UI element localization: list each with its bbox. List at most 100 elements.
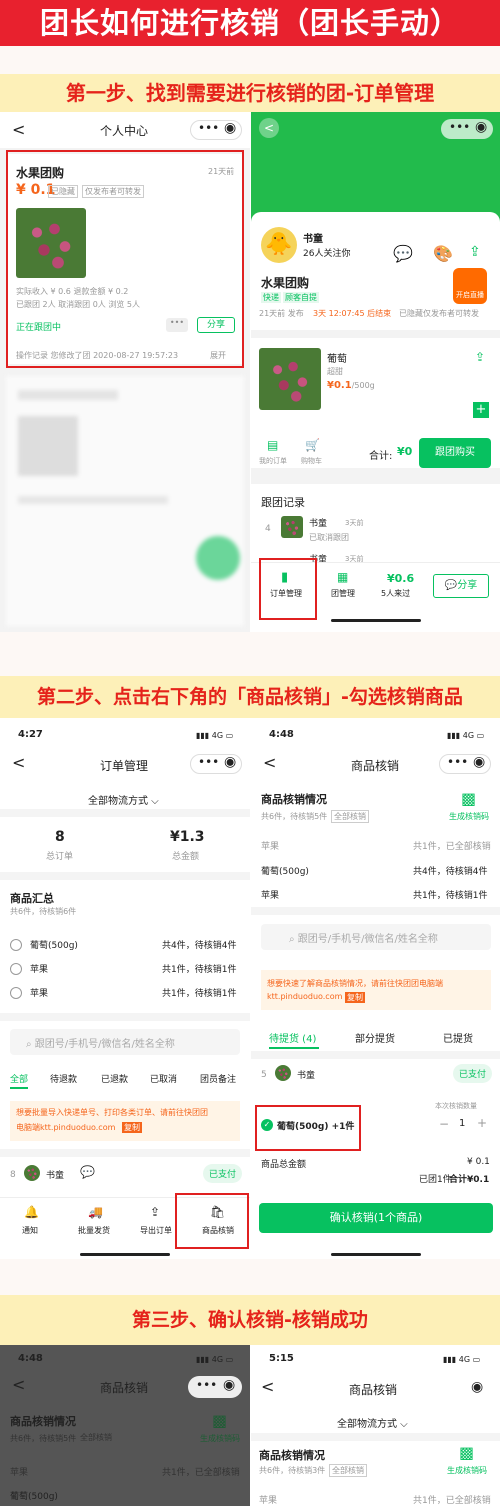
back-icon[interactable]: < bbox=[259, 118, 279, 138]
total-label: 商品总金额 bbox=[261, 1160, 307, 1170]
order-name: 书童 bbox=[297, 1071, 316, 1081]
qty-minus[interactable]: − bbox=[439, 1117, 449, 1131]
logistics-filter[interactable]: 全部物流方式 ⌵ bbox=[88, 792, 159, 807]
more-icon[interactable]: ••• bbox=[198, 121, 219, 135]
close-icon[interactable]: ◉ bbox=[224, 120, 236, 136]
share-icon[interactable]: ⇪ bbox=[469, 244, 481, 260]
cart-icon[interactable]: 🛒 bbox=[305, 438, 320, 452]
close-icon[interactable]: ◉ bbox=[473, 754, 485, 770]
avatar bbox=[275, 1065, 291, 1081]
highlight-box bbox=[259, 558, 317, 620]
confirm-button[interactable]: 确认核销(1个商品) bbox=[259, 1203, 493, 1233]
cart-label[interactable]: 购物车 bbox=[301, 456, 322, 466]
summary-title: 商品汇总 bbox=[10, 892, 54, 905]
record-avatar bbox=[281, 516, 303, 538]
qr-label[interactable]: 生成核销码 bbox=[447, 1465, 487, 1476]
confirm-label: 确认核销(1个商品) bbox=[329, 1211, 423, 1224]
tab-picked[interactable]: 已提货 bbox=[443, 1030, 473, 1045]
highlight-box bbox=[6, 150, 244, 368]
info-sub: 共6件，待核销5件 bbox=[10, 1434, 77, 1443]
item-radio[interactable] bbox=[10, 987, 22, 999]
group-manage-label[interactable]: 团管理 bbox=[331, 588, 355, 599]
close-icon[interactable]: ◉ bbox=[475, 119, 487, 135]
back-icon[interactable]: < bbox=[261, 1377, 274, 1396]
share-icon[interactable]: ⇪ bbox=[475, 350, 485, 364]
close-icon[interactable]: ◉ bbox=[224, 754, 236, 770]
search-input[interactable]: ⌕ 跟团号/手机号/微信名/姓名全称 bbox=[10, 1029, 240, 1055]
highlight-box bbox=[175, 1193, 249, 1249]
info-title: 商品核销情况 bbox=[261, 793, 327, 806]
truck-icon[interactable]: 🚚 bbox=[88, 1205, 103, 1219]
buy-label: 跟团购买 bbox=[435, 447, 475, 458]
verify-all-button[interactable]: 全部核销 bbox=[80, 1432, 112, 1443]
page-title: 商品核销 bbox=[351, 759, 400, 773]
item-count: 共4件，待核销4件 bbox=[162, 941, 237, 951]
my-orders-label[interactable]: 我的订单 bbox=[259, 456, 287, 466]
panel-order-management: 4:27 ▮▮▮ 4G ▭ < 订单管理 ••• ◉ 全部物流方式 ⌵ 8 总订… bbox=[0, 725, 250, 1259]
more-icon[interactable]: ••• bbox=[196, 1378, 217, 1392]
item-name: 葡萄(500g) bbox=[30, 941, 78, 951]
tab-partial[interactable]: 部分提货 bbox=[355, 1030, 395, 1045]
bell-icon[interactable]: 🔔 bbox=[24, 1205, 39, 1219]
notice-url: 电脑端ktt.pinduoduo.com bbox=[16, 1123, 116, 1132]
copy-button[interactable]: 复制 bbox=[345, 992, 365, 1003]
export-icon[interactable]: ⇪ bbox=[150, 1205, 160, 1219]
qr-icon[interactable]: ▩ bbox=[461, 789, 476, 808]
qty-value[interactable]: 1 bbox=[459, 1118, 465, 1129]
verify-all-button[interactable]: 全部核销 bbox=[329, 1464, 367, 1477]
tab-pending-refund[interactable]: 待退款 bbox=[50, 1072, 77, 1085]
row-count: 共1件，已全部核销 bbox=[162, 1468, 240, 1478]
chat-icon[interactable]: 💬 bbox=[80, 1165, 95, 1179]
more-icon[interactable]: ••• bbox=[447, 755, 468, 769]
orders-icon[interactable]: ▤ bbox=[267, 438, 278, 452]
tab-cancelled[interactable]: 已取消 bbox=[150, 1072, 177, 1085]
back-icon[interactable]: < bbox=[12, 120, 25, 139]
logistics-filter[interactable]: 全部物流方式 ⌵ bbox=[337, 1415, 408, 1430]
add-button[interactable]: + bbox=[473, 402, 489, 418]
share-button[interactable]: 💬分享 bbox=[433, 574, 489, 598]
back-icon[interactable]: < bbox=[12, 753, 25, 772]
qr-label[interactable]: 生成核销码 bbox=[200, 1433, 240, 1444]
info-title: 商品核销情况 bbox=[10, 1415, 76, 1428]
qty-plus[interactable]: + bbox=[477, 1116, 487, 1130]
qr-icon[interactable]: ▩ bbox=[459, 1443, 474, 1462]
order-name: 书童 bbox=[46, 1171, 65, 1181]
tab-refunded[interactable]: 已退款 bbox=[101, 1072, 128, 1085]
group-manage-icon[interactable]: ▦ bbox=[337, 570, 348, 584]
network-indicator: ▮▮▮ 4G ▭ bbox=[196, 731, 234, 740]
tab-notes[interactable]: 团员备注 bbox=[200, 1072, 236, 1085]
close-icon[interactable]: ◉ bbox=[471, 1379, 483, 1395]
more-icon[interactable]: ••• bbox=[198, 755, 219, 769]
back-icon[interactable]: < bbox=[12, 1375, 25, 1394]
tab-all[interactable]: 全部 bbox=[10, 1072, 28, 1085]
status-time: 5:15 bbox=[269, 1353, 294, 1364]
more-icon[interactable]: ••• bbox=[449, 120, 470, 134]
buy-button[interactable]: 跟团购买 bbox=[419, 438, 491, 468]
close-icon[interactable]: ◉ bbox=[223, 1377, 235, 1393]
row-count: 共1件，已全部核销 bbox=[413, 1496, 491, 1506]
tab-pending-pickup[interactable]: 待提货 (4) bbox=[269, 1030, 316, 1045]
qr-icon[interactable]: ▩ bbox=[212, 1411, 227, 1430]
step1-heading: 第一步、找到需要进行核销的团-订单管理 bbox=[0, 74, 500, 112]
back-icon[interactable]: < bbox=[263, 753, 276, 772]
delivery-tag: 快递 bbox=[261, 292, 281, 303]
search-input[interactable]: ⌕ 跟团号/手机号/微信名/姓名全称 bbox=[261, 924, 491, 950]
verify-all-button[interactable]: 全部核销 bbox=[331, 810, 369, 823]
step2-heading: 第二步、点击右下角的「商品核销」-勾选核销商品 bbox=[0, 676, 500, 718]
total-value: ¥ 0.1 bbox=[467, 1157, 490, 1167]
nav-notify[interactable]: 通知 bbox=[22, 1225, 38, 1236]
nav-export[interactable]: 导出订单 bbox=[140, 1225, 172, 1236]
nav-batch-ship[interactable]: 批量发货 bbox=[78, 1225, 110, 1236]
item-count: 共1件，待核销1件 bbox=[162, 965, 237, 975]
leader-name: 书童 bbox=[303, 234, 323, 245]
status-time: 4:48 bbox=[269, 729, 294, 740]
live-button[interactable]: 开启直播 bbox=[453, 268, 487, 304]
item-count: 共1件，待核销1件 bbox=[162, 989, 237, 999]
copy-button[interactable]: 复制 bbox=[122, 1122, 142, 1133]
qty-label: 本次核销数量 bbox=[435, 1102, 477, 1110]
qr-label[interactable]: 生成核销码 bbox=[449, 811, 489, 822]
item-radio[interactable] bbox=[10, 963, 22, 975]
palette-icon[interactable]: 🎨 bbox=[433, 244, 453, 263]
item-radio[interactable] bbox=[10, 939, 22, 951]
chat-icon[interactable]: 💬 bbox=[393, 244, 413, 263]
